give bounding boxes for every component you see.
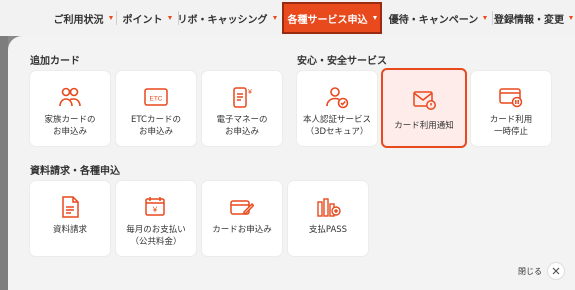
calendar-yen-icon: ¥: [143, 195, 169, 219]
nav-label: 優待・キャンペーン: [388, 14, 479, 26]
nav-label: 登録情報・変更: [494, 14, 564, 26]
top-navigation: ご利用状況 ポイント リボ・キャッシング 各種サービス申込 優待・キャンペーン …: [0, 0, 575, 36]
card-pen-icon: [229, 195, 255, 219]
section-title-additional-cards: 追加カード: [30, 56, 80, 67]
pass-icon: [315, 195, 341, 219]
family-card-application-card[interactable]: 家族カードの お申込み: [30, 71, 110, 146]
document-request-card[interactable]: 資料請求: [30, 181, 110, 256]
e-money-icon: ¥: [229, 85, 255, 109]
card-label: 毎月のお支払い （公共料金）: [126, 225, 186, 247]
triangle-down-icon: [483, 16, 488, 20]
family-icon: [57, 85, 83, 109]
close-control[interactable]: 閉じる: [518, 262, 565, 280]
triangle-down-icon: [569, 16, 573, 20]
triangle-down-icon: [108, 16, 113, 20]
document-icon: [57, 195, 83, 219]
e-money-application-card[interactable]: ¥ 電子マネーの お申込み: [202, 71, 282, 146]
payment-pass-card[interactable]: 支払PASS: [288, 181, 368, 256]
card-label: 家族カードの お申込み: [44, 115, 96, 137]
nav-points[interactable]: ポイント: [116, 0, 178, 36]
3d-secure-card[interactable]: 本人認証サービス （3Dセキュア）: [297, 71, 377, 146]
card-label: ETCカードの お申込み: [130, 115, 181, 137]
triangle-down-icon: [272, 16, 277, 20]
svg-text:ETC: ETC: [150, 96, 163, 103]
nav-registration-info[interactable]: 登録情報・変更: [492, 0, 575, 36]
nav-label: 各種サービス申込: [287, 14, 368, 26]
card-label: カードお申込み: [212, 225, 272, 235]
nav-label: リボ・キャッシング: [177, 14, 268, 26]
nav-label: ご利用状況: [53, 14, 104, 26]
card-suspend-card[interactable]: カード利用 一時停止: [471, 71, 551, 146]
card-label: 電子マネーの お申込み: [216, 115, 268, 137]
page-overlay: [0, 36, 8, 290]
card-application-card[interactable]: カードお申込み: [202, 181, 282, 256]
card-label: カード利用 一時停止: [489, 115, 533, 137]
nav-label: ポイント: [122, 14, 163, 26]
person-check-icon: [324, 85, 350, 109]
nav-revolving-cashing[interactable]: リボ・キャッシング: [177, 0, 277, 36]
triangle-down-icon: [167, 16, 172, 20]
monthly-payment-card[interactable]: ¥ 毎月のお支払い （公共料金）: [116, 181, 196, 256]
card-label: 本人認証サービス （3Dセキュア）: [302, 115, 371, 137]
section-title-security: 安心・安全サービス: [297, 56, 387, 67]
svg-text:¥: ¥: [152, 206, 158, 215]
card-pause-icon: [498, 85, 524, 109]
card-label: 支払PASS: [308, 225, 348, 235]
close-icon[interactable]: [547, 262, 565, 280]
close-label: 閉じる: [518, 266, 542, 276]
nav-service-applications[interactable]: 各種サービス申込: [282, 2, 382, 34]
section-title-documents: 資料請求・各種申込: [30, 166, 120, 177]
nav-usage-status[interactable]: ご利用状況: [50, 0, 116, 36]
nav-benefits-campaigns[interactable]: 優待・キャンペーン: [384, 0, 492, 36]
services-dropdown-panel: 追加カード 家族カードの お申込み ETC ETCカードの お申込み ¥ 電子マ…: [8, 36, 575, 290]
card-label: 資料請求: [52, 225, 87, 235]
card-label: カード利用通知: [394, 121, 454, 131]
mail-notification-icon: [411, 88, 437, 112]
triangle-down-icon: [372, 16, 377, 20]
svg-text:¥: ¥: [248, 89, 252, 96]
etc-card-application-card[interactable]: ETC ETCカードの お申込み: [116, 71, 196, 146]
card-usage-notification-card[interactable]: カード利用通知: [381, 68, 467, 148]
etc-card-icon: ETC: [143, 85, 169, 109]
